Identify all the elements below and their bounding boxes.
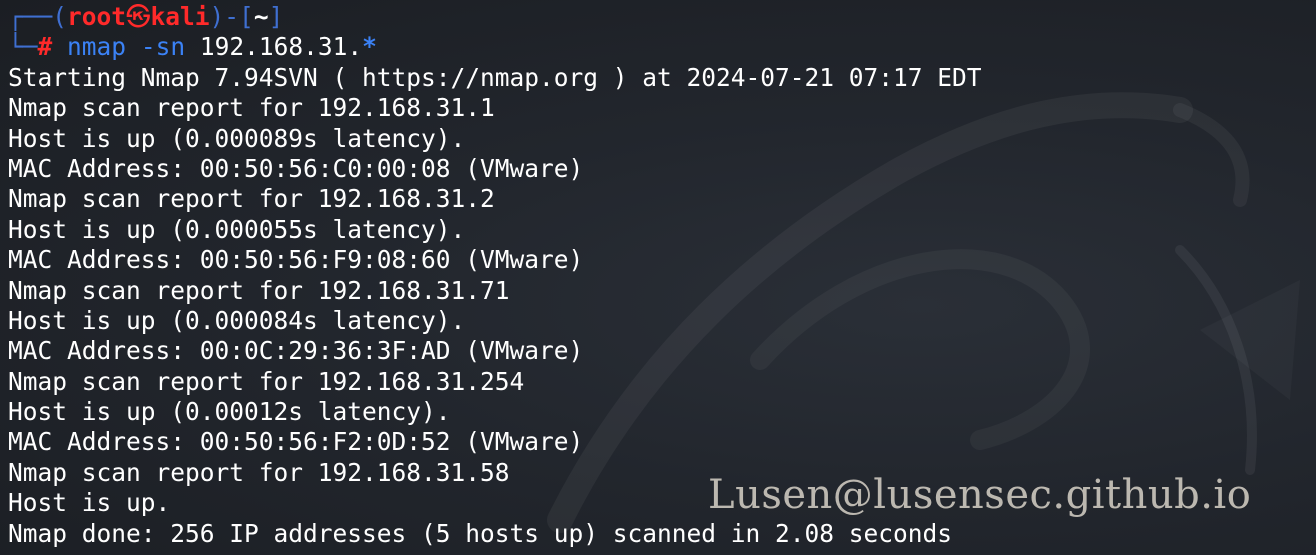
prompt-command-line[interactable]: └─# nmap -sn 192.168.31.*	[8, 32, 1316, 62]
prompt-host: kali	[150, 2, 210, 31]
command-wildcard: *	[362, 32, 377, 62]
terminal-output: ┌──(root㉿kali)-[~] └─# nmap -sn 192.168.…	[8, 2, 1316, 549]
output-line: MAC Address: 00:0C:29:36:3F:AD (VMware)	[8, 336, 584, 366]
output-line: Nmap scan report for 192.168.31.71	[8, 275, 510, 305]
command-flag: -sn	[140, 32, 186, 62]
terminal-window[interactable]: ┌──(root㉿kali)-[~] └─# nmap -sn 192.168.…	[0, 0, 1316, 555]
output-line: Host is up (0.000084s latency).	[8, 305, 466, 335]
output-line: Host is up (0.000055s latency).	[8, 214, 466, 244]
prompt-frame-bottom: └─	[8, 32, 38, 62]
output-line: MAC Address: 00:50:56:F2:0D:52 (VMware)	[8, 427, 584, 457]
command-target: 192.168.31.	[199, 32, 363, 62]
output-line: Nmap scan report for 192.168.31.2	[8, 184, 495, 214]
output-line: Host is up (0.000089s latency).	[8, 123, 466, 153]
prompt-hash: #	[37, 32, 53, 62]
command-name: nmap	[67, 32, 127, 62]
prompt-header-line: ┌──(root㉿kali)-[~]	[8, 2, 1316, 32]
output-line: Starting Nmap 7.94SVN ( https://nmap.org…	[8, 62, 982, 92]
output-line: Nmap scan report for 192.168.31.1	[8, 93, 495, 123]
output-line: MAC Address: 00:50:56:F9:08:60 (VMware)	[8, 245, 584, 275]
watermark: Lusen@lusensec.github.io	[708, 472, 1252, 518]
output-line: Nmap done: 256 IP addresses (5 hosts up)…	[8, 518, 953, 548]
output-line: Host is up (0.00012s latency).	[8, 397, 451, 427]
prompt-frame-mid: )-[	[209, 2, 254, 31]
prompt-dir: ~	[253, 2, 269, 31]
skull-icon: ㉿	[126, 2, 151, 31]
output-line: Nmap scan report for 192.168.31.254	[8, 366, 525, 396]
prompt-frame-end: ]	[268, 2, 284, 31]
prompt-frame-top: ┌──(	[8, 2, 68, 31]
output-line: MAC Address: 00:50:56:C0:00:08 (VMware)	[8, 153, 584, 183]
prompt-user: root	[67, 2, 127, 31]
